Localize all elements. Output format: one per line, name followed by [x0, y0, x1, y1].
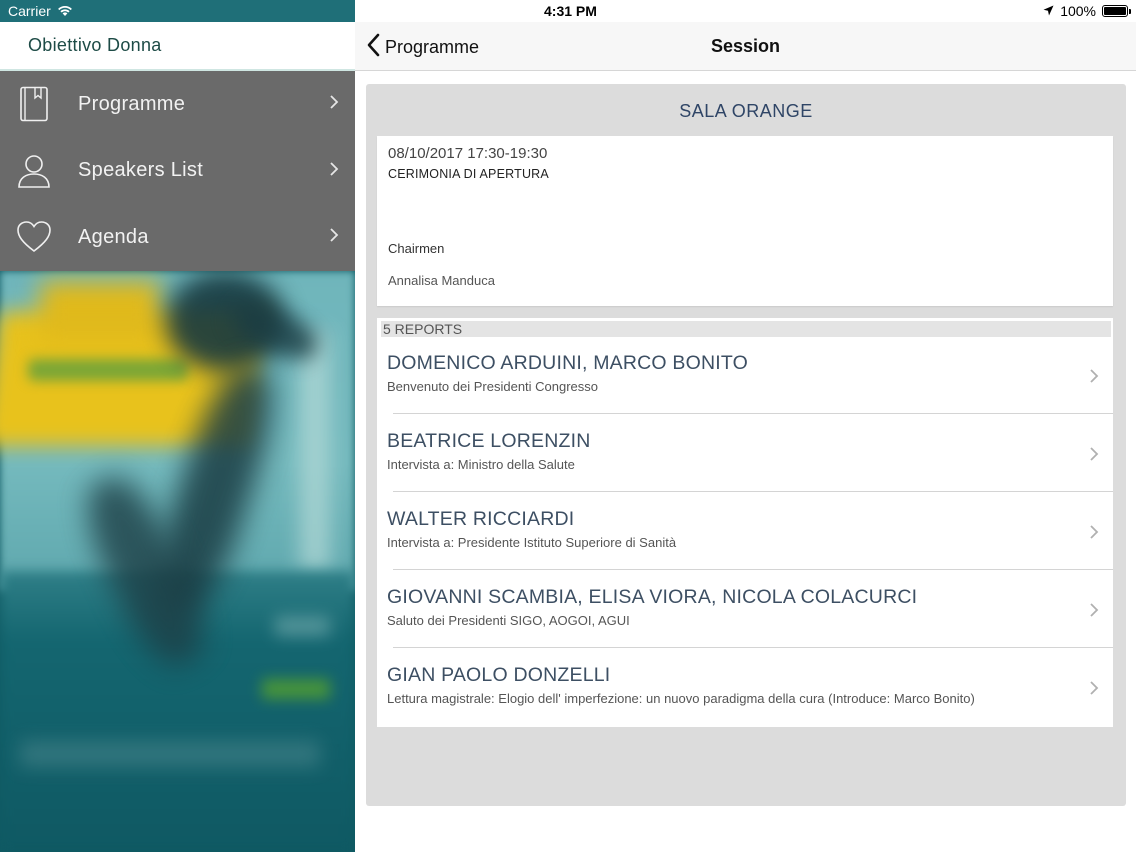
- report-row[interactable]: WALTER RICCIARDI Intervista a: President…: [377, 492, 1113, 570]
- report-title: Lettura magistrale: Elogio dell' imperfe…: [387, 691, 975, 706]
- chevron-right-icon: [329, 226, 339, 249]
- sidebar-item-programme[interactable]: Programme: [0, 71, 355, 138]
- status-time: 4:31 PM: [544, 3, 597, 19]
- report-row[interactable]: BEATRICE LORENZIN Intervista a: Ministro…: [377, 414, 1113, 492]
- sidebar-header: Obiettivo Donna: [0, 22, 355, 71]
- report-title: Benvenuto dei Presidenti Congresso: [387, 379, 599, 394]
- reports-count-header: 5 REPORTS: [381, 321, 1111, 337]
- session-content: SALA ORANGE 08/10/2017 17:30-19:30 CERIM…: [366, 84, 1126, 806]
- report-speakers: WALTER RICCIARDI: [387, 508, 575, 530]
- book-icon: [16, 86, 52, 122]
- chairmen-heading: Chairmen: [388, 241, 445, 256]
- chevron-right-icon: [1089, 601, 1099, 624]
- session-title: CERIMONIA DI APERTURA: [388, 167, 549, 181]
- chevron-right-icon: [1089, 679, 1099, 702]
- chairmen-names: Annalisa Manduca: [388, 273, 495, 288]
- status-bar-right: 100%: [1043, 3, 1131, 19]
- report-speakers: DOMENICO ARDUINI, MARCO BONITO: [387, 352, 748, 374]
- report-speakers: GIAN PAOLO DONZELLI: [387, 664, 611, 686]
- session-datetime: 08/10/2017 17:30-19:30: [388, 145, 548, 162]
- report-speakers: BEATRICE LORENZIN: [387, 430, 591, 452]
- report-row[interactable]: GIOVANNI SCAMBIA, ELISA VIORA, NICOLA CO…: [377, 570, 1113, 648]
- reports-list: 5 REPORTS DOMENICO ARDUINI, MARCO BONITO…: [377, 318, 1113, 727]
- page-title: Session: [710, 36, 781, 56]
- sidebar-item-label: Speakers List: [78, 159, 204, 182]
- report-speakers: GIOVANNI SCAMBIA, ELISA VIORA, NICOLA CO…: [387, 586, 918, 608]
- sidebar-item-speakers-list[interactable]: Speakers List: [0, 138, 355, 205]
- sidebar-item-label: Agenda: [78, 225, 149, 248]
- navigation-bar: Programme Session: [355, 22, 1136, 71]
- report-title: Saluto dei Presidenti SIGO, AOGOI, AGUI: [387, 613, 630, 628]
- heart-icon: [16, 219, 52, 255]
- wifi-icon: [57, 4, 73, 20]
- sidebar-item-label: Programme: [78, 92, 186, 115]
- report-title: Intervista a: Ministro della Salute: [387, 457, 575, 472]
- sidebar-item-agenda[interactable]: Agenda: [0, 204, 355, 271]
- chevron-right-icon: [329, 93, 339, 116]
- report-row[interactable]: GIAN PAOLO DONZELLI Lettura magistrale: …: [377, 648, 1113, 726]
- report-row[interactable]: DOMENICO ARDUINI, MARCO BONITO Benvenuto…: [377, 336, 1113, 414]
- status-bar: Carrier 4:31 PM 100%: [0, 0, 1136, 22]
- chevron-right-icon: [1089, 445, 1099, 468]
- chevron-right-icon: [1089, 367, 1099, 390]
- status-bar-left: Carrier: [0, 0, 355, 22]
- room-title: SALA ORANGE: [679, 101, 813, 121]
- report-title: Intervista a: Presidente Istituto Superi…: [387, 535, 677, 550]
- location-arrow-icon: [1043, 3, 1054, 19]
- app-title: Obiettivo Donna: [28, 35, 162, 55]
- chevron-right-icon: [1089, 523, 1099, 546]
- sidebar: Obiettivo Donna Programme Speakers List: [0, 22, 355, 852]
- person-icon: [16, 153, 52, 189]
- sidebar-background-image: [0, 270, 355, 852]
- session-info-card: 08/10/2017 17:30-19:30 CERIMONIA DI APER…: [377, 136, 1113, 306]
- chevron-right-icon: [329, 160, 339, 183]
- sidebar-menu: Programme Speakers List Agenda: [0, 71, 355, 271]
- carrier-label: Carrier: [8, 3, 51, 19]
- battery-percent: 100%: [1060, 3, 1096, 19]
- battery-icon: [1102, 5, 1131, 17]
